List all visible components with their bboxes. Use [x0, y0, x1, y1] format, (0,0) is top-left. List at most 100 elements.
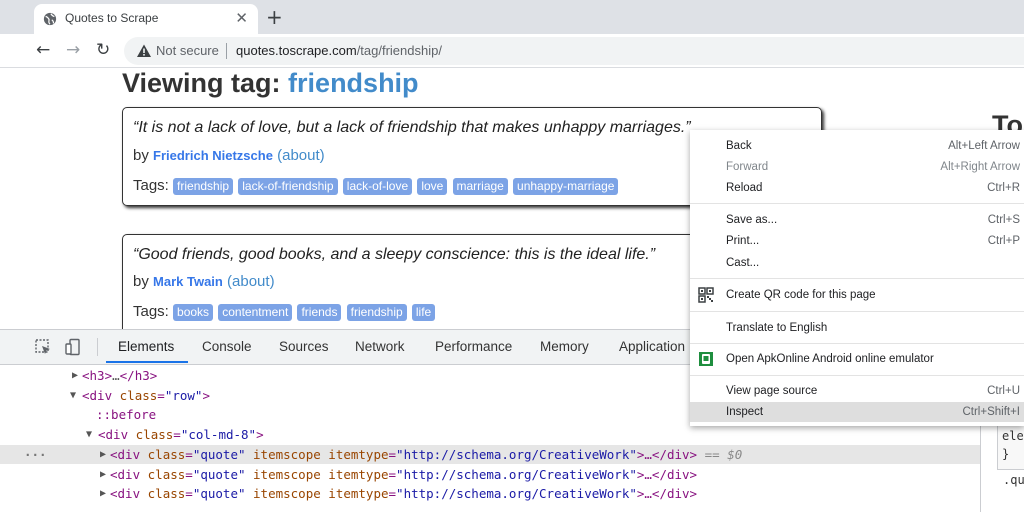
- tab-memory[interactable]: Memory: [540, 339, 589, 354]
- tag-name: </h3>: [119, 368, 158, 383]
- menu-item-shortcut: Ctrl+Shift+I: [962, 406, 1020, 418]
- tag-link[interactable]: marriage: [452, 178, 508, 195]
- dom-node-quote-selected[interactable]: ··· ▶ <div class="quote" itemscope itemt…: [0, 445, 980, 464]
- tag-link[interactable]: contentment: [218, 304, 293, 321]
- about-link[interactable]: (about): [277, 147, 325, 164]
- menu-item-translate[interactable]: Translate to English: [690, 318, 1024, 338]
- dom-node-col[interactable]: ▼ <div class="col-md-8">: [0, 425, 980, 444]
- dom-node-quote[interactable]: ▶ <div class="quote" itemscope itemtype=…: [0, 484, 980, 503]
- expand-arrow-icon[interactable]: ▶: [100, 484, 106, 503]
- warning-icon[interactable]: [136, 43, 152, 59]
- tag-name: <h3>: [82, 368, 113, 383]
- forward-button[interactable]: →: [66, 39, 80, 61]
- globe-icon: [43, 12, 57, 26]
- about-link[interactable]: (about): [227, 273, 275, 290]
- menu-item-reload[interactable]: Reload Ctrl+R: [690, 178, 1024, 198]
- close-icon[interactable]: ✕: [235, 9, 248, 27]
- quote-byline: by Mark Twain (about): [133, 273, 275, 290]
- expand-arrow-icon[interactable]: ▶: [100, 445, 106, 464]
- menu-item-back[interactable]: Back Alt+Left Arrow: [690, 136, 1024, 156]
- menu-item-view-source[interactable]: View page source Ctrl+U: [690, 381, 1024, 401]
- attr-value: "quote": [192, 486, 246, 501]
- tag-link[interactable]: lack-of-friendship: [238, 178, 338, 195]
- more-actions-icon[interactable]: ···: [24, 445, 47, 464]
- tab-performance[interactable]: Performance: [435, 339, 512, 354]
- menu-item-shortcut: Alt+Left Arrow: [948, 140, 1020, 152]
- inspect-element-icon[interactable]: [34, 338, 52, 356]
- tab-application[interactable]: Application: [619, 339, 685, 354]
- dom-node-quote[interactable]: ▶ <div class="quote" itemscope itemtype=…: [0, 465, 980, 484]
- attr-name: itemtype: [328, 486, 389, 501]
- author-name: Friedrich Nietzsche: [153, 148, 273, 163]
- back-button[interactable]: ←: [36, 39, 50, 61]
- address-bar[interactable]: Not secure quotes.toscrape.com/tag/frien…: [124, 37, 1024, 65]
- menu-item-label: Open ApkOnline Android online emulator: [726, 353, 934, 365]
- style-brace: }: [1002, 447, 1010, 461]
- expand-arrow-icon[interactable]: ▶: [72, 366, 78, 385]
- menu-separator: [690, 311, 1024, 312]
- tab-title: Quotes to Scrape: [65, 11, 159, 25]
- collapse-arrow-icon[interactable]: ▼: [70, 386, 76, 405]
- element-style-rule[interactable]: ele }: [997, 425, 1024, 470]
- selected-marker: == $0: [704, 447, 743, 462]
- tag-link[interactable]: love: [417, 178, 448, 195]
- tags-label: Tags:: [133, 177, 169, 194]
- tag-name: <div: [110, 447, 148, 462]
- menu-item-label: Back: [726, 140, 752, 152]
- tag-link[interactable]: friendship: [346, 304, 407, 321]
- url-path: /tag/friendship/: [356, 43, 442, 58]
- tab-console[interactable]: Console: [202, 339, 252, 354]
- attr-value: "http://schema.org/CreativeWork": [396, 486, 637, 501]
- divider: [97, 338, 98, 356]
- attr-name: itemscope: [253, 467, 321, 482]
- tab-network[interactable]: Network: [355, 339, 405, 354]
- menu-separator: [690, 343, 1024, 344]
- collapsed-ellipsis: …: [112, 368, 120, 383]
- tab-sources[interactable]: Sources: [279, 339, 329, 354]
- attr-value: "row": [164, 388, 203, 403]
- menu-item-print[interactable]: Print... Ctrl+P: [690, 231, 1024, 251]
- pseudo-element: ::before: [96, 407, 157, 422]
- menu-item-label: Translate to English: [726, 322, 828, 334]
- menu-item-cast[interactable]: Cast...: [690, 253, 1024, 273]
- expand-arrow-icon[interactable]: ▶: [100, 465, 106, 484]
- attr-name: itemtype: [328, 467, 389, 482]
- tab-strip: Quotes to Scrape ✕ +: [0, 0, 1024, 34]
- quote-text: “Good friends, good books, and a sleepy …: [133, 246, 656, 263]
- tag-name: <div: [110, 467, 148, 482]
- style-selector: .qu: [1003, 473, 1024, 487]
- browser-tab[interactable]: Quotes to Scrape ✕: [34, 4, 258, 34]
- tag-link[interactable]: life: [411, 304, 436, 321]
- attr-value: "http://schema.org/CreativeWork": [396, 447, 637, 462]
- menu-item-label: Inspect: [726, 406, 764, 418]
- attr-name: class: [147, 467, 186, 482]
- menu-item-forward[interactable]: Forward Alt+Right Arrow: [690, 157, 1024, 177]
- menu-item-save-as[interactable]: Save as... Ctrl+S: [690, 210, 1024, 230]
- menu-item-create-qr-code[interactable]: Create QR code for this page: [690, 285, 1024, 305]
- menu-item-apkonline[interactable]: Open ApkOnline Android online emulator: [690, 349, 1024, 369]
- quote-tags: Tags: friendship lack-of-friendship lack…: [133, 177, 619, 195]
- device-toolbar-icon[interactable]: [64, 338, 82, 356]
- tag-link[interactable]: unhappy-marriage: [513, 178, 619, 195]
- browser-toolbar: ← → ↻ Not secure quotes.toscrape.com/tag…: [0, 34, 1024, 68]
- styles-pane[interactable]: ele } .qu: [980, 425, 1024, 512]
- menu-item-shortcut: Alt+Right Arrow: [940, 161, 1020, 173]
- page-title-prefix: Viewing tag:: [122, 68, 281, 98]
- reload-button[interactable]: ↻: [96, 39, 110, 61]
- url-text[interactable]: quotes.toscrape.com/tag/friendship/: [236, 43, 442, 58]
- tab-elements[interactable]: Elements: [118, 339, 174, 354]
- style-selector: ele: [1002, 429, 1024, 443]
- active-tab-indicator: [106, 361, 188, 363]
- by-label: by: [133, 147, 149, 164]
- menu-item-inspect[interactable]: Inspect Ctrl+Shift+I: [690, 402, 1024, 422]
- tag-link[interactable]: books: [173, 304, 214, 321]
- context-menu: Back Alt+Left Arrow Forward Alt+Right Ar…: [690, 130, 1024, 426]
- tag-link[interactable]: lack-of-love: [342, 178, 413, 195]
- tag-link[interactable]: friendship: [173, 178, 234, 195]
- security-status[interactable]: Not secure: [156, 43, 219, 58]
- page-title-tag-link[interactable]: friendship: [288, 68, 419, 98]
- attr-name: itemtype: [328, 447, 389, 462]
- tag-link[interactable]: friends: [297, 304, 342, 321]
- new-tab-button[interactable]: +: [266, 6, 283, 28]
- collapse-arrow-icon[interactable]: ▼: [86, 425, 92, 444]
